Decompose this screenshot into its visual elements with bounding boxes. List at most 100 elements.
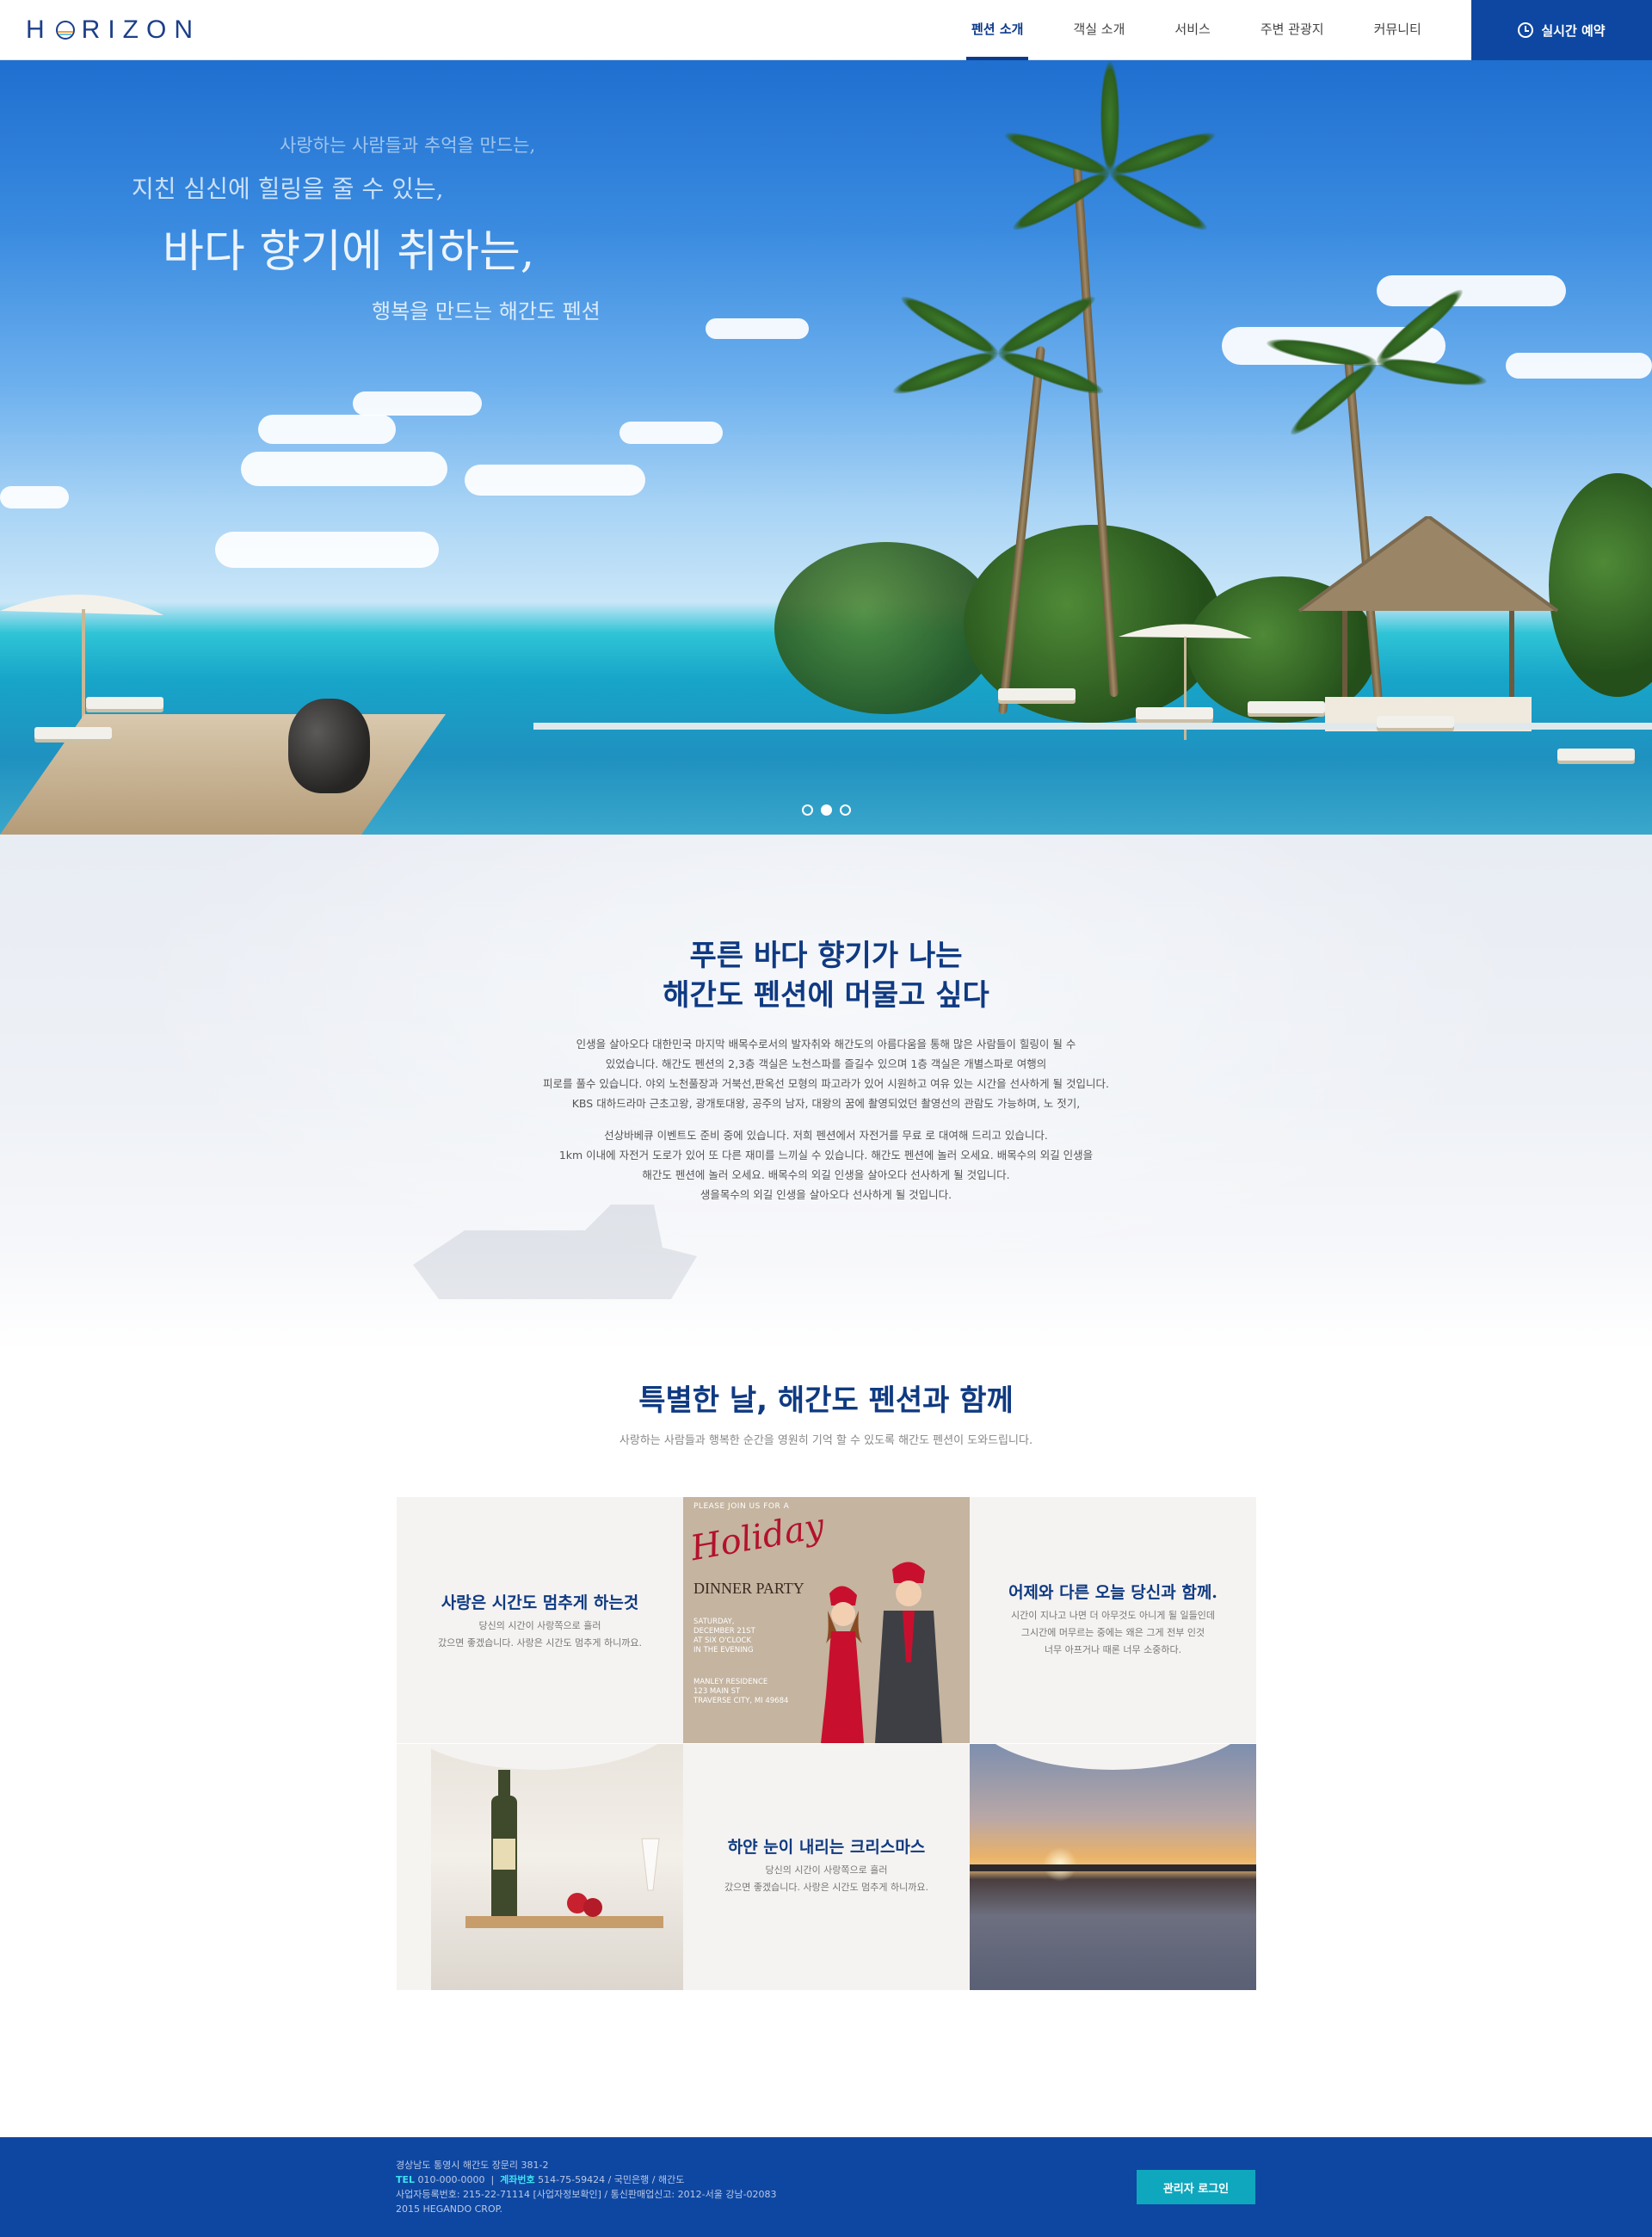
- copyright: 2015 HEGANDO CROP.: [396, 2203, 503, 2215]
- card-love-time[interactable]: 사랑은 시간도 멈추게 하는것 당신의 시간이 사랑쪽으로 흘러 갔으면 좋겠습…: [397, 1497, 683, 1743]
- card-body: 시간이 지나고 나면 더 아무것도 아니게 될 일들인데 그시간에 머무르는 중…: [987, 1607, 1239, 1659]
- palm-leaf: [1105, 164, 1212, 237]
- special-section-subtitle: 사랑하는 사람들과 행복한 순간을 영원히 기억 할 수 있도록 해간도 펜션이…: [619, 1434, 1033, 1447]
- site-footer: 경상남도 통영시 해간도 장문리 381-2 TEL 010-000-0000 …: [0, 2137, 1652, 2237]
- card-title: 사랑은 시간도 멈추게 하는것: [441, 1593, 639, 1612]
- card-body-line: 당신의 시간이 사랑쪽으로 흘러: [478, 1620, 601, 1631]
- card-body-line: 너무 아프거나 때론 너무 소중하다.: [1044, 1644, 1182, 1655]
- realtime-reservation-button[interactable]: 실시간 예약: [1471, 0, 1652, 60]
- account-number: 514-75-59424 / 국민은행 / 해간도: [538, 2174, 685, 2185]
- intro-paragraph-1: 인생을 살아오다 대한민국 마지막 배목수로서의 발자취와 해간도의 아름다움을…: [482, 1034, 1170, 1113]
- slide-dot-1[interactable]: [802, 804, 813, 816]
- palm-leaf: [1100, 61, 1119, 173]
- cloud: [1377, 275, 1566, 306]
- invitation-address: MANLEY RESIDENCE 123 MAIN ST TRAVERSE CI…: [693, 1678, 789, 1705]
- champagne-scene: [397, 1744, 663, 1990]
- cloud: [353, 391, 482, 416]
- intro-text-line: KBS 대하드라마 근초고왕, 광개토대왕, 공주의 남자, 대왕의 꿈에 촬영…: [571, 1097, 1081, 1110]
- nav-pension-intro[interactable]: 펜션 소개: [946, 0, 1048, 60]
- sun-lounger: [998, 688, 1076, 700]
- card-body-line: 그시간에 머무르는 중에는 왜은 그게 전부 인것: [1020, 1627, 1205, 1638]
- sun-lounger: [1136, 707, 1213, 719]
- footer-address: 경상남도 통영시 해간도 장문리 381-2: [396, 2160, 549, 2171]
- cloud: [258, 415, 396, 444]
- nav-services[interactable]: 서비스: [1150, 0, 1235, 60]
- card-title: 어제와 다른 오늘 당신과 함께.: [1008, 1583, 1217, 1602]
- invitation-intro: PLEASE JOIN US FOR A: [693, 1502, 790, 1511]
- separator: |: [487, 2174, 497, 2185]
- cloud: [241, 452, 447, 486]
- business-registration: 사업자등록번호: 215-22-71114 [사업자정보확인] / 통신판매업신…: [396, 2189, 777, 2200]
- cloud: [620, 422, 723, 444]
- intro-title: 푸른 바다 향기가 나는 해간도 펜션에 머물고 싶다: [0, 936, 1652, 1015]
- wave-divider: [970, 1744, 1256, 1770]
- intro-text-line: 있었습니다. 해간도 펜션의 2,3층 객실은 노천스파를 즐길수 있으며 1층…: [605, 1057, 1047, 1070]
- nav-community[interactable]: 커뮤니티: [1349, 0, 1446, 60]
- nav-attractions[interactable]: 주변 관광지: [1236, 0, 1349, 60]
- invitation-dinner-party: DINNER PARTY: [693, 1580, 804, 1597]
- palm-leaf: [1285, 354, 1384, 441]
- cloud: [0, 486, 69, 508]
- footer-contact-line: TEL 010-000-0000 | 계좌번호 514-75-59424 / 국…: [396, 2172, 777, 2187]
- slide-dot-3[interactable]: [840, 804, 851, 816]
- card-with-you[interactable]: 어제와 다른 오늘 당신과 함께. 시간이 지나고 나면 더 아무것도 아니게 …: [970, 1497, 1256, 1743]
- intro-text-line: 1km 이내에 자전거 도로가 있어 또 다른 재미를 느끼실 수 있습니다. …: [558, 1149, 1094, 1162]
- card-body-line: 갔으면 좋겠습니다. 사랑은 시간도 멈추게 하니까요.: [438, 1637, 642, 1648]
- sun-lounger: [86, 697, 163, 709]
- card-body-line: 시간이 지나고 나면 더 아무것도 아니게 될 일들인데: [1011, 1610, 1215, 1621]
- card-white-christmas[interactable]: 하얀 눈이 내리는 크리스마스 당신의 시간이 사랑쪽으로 흘러 갔으면 좋겠습…: [683, 1744, 970, 1990]
- intro-text-line: 선상바베큐 이벤트도 준비 중에 있습니다. 저희 펜션에서 자전거를 무료 로…: [604, 1129, 1048, 1142]
- intro-text-line: 생을목수의 외길 인생을 살아오다 선사하게 될 것입니다.: [700, 1188, 952, 1201]
- clay-vase: [288, 699, 370, 793]
- hero-line-1: 사랑하는 사람들과 추억을 만드는,: [280, 135, 536, 156]
- company-info: 경상남도 통영시 해간도 장문리 381-2 TEL 010-000-0000 …: [396, 2158, 777, 2216]
- intro-section: 푸른 바다 향기가 나는 해간도 펜션에 머물고 싶다 인생을 살아오다 대한민…: [0, 835, 1652, 1351]
- invitation-holiday-script: Holiday: [687, 1506, 828, 1569]
- hero-line-2: 지친 심신에 힐링을 줄 수 있는,: [132, 175, 444, 203]
- cloud: [1506, 353, 1652, 379]
- horizon-silhouette: [970, 1864, 1256, 1871]
- tel-label: TEL: [396, 2174, 416, 2185]
- sunrise-logo-icon: [54, 19, 77, 41]
- hero-line-4: 행복을 만드는 해간도 펜션: [372, 299, 601, 324]
- intro-title-line-1: 푸른 바다 향기가 나는: [689, 939, 963, 973]
- nav-rooms[interactable]: 객실 소개: [1048, 0, 1150, 60]
- card-body-line: 당신의 시간이 사랑쪽으로 흘러: [765, 1864, 888, 1876]
- main-nav: 펜션 소개 객실 소개 서비스 주변 관광지 커뮤니티: [946, 0, 1446, 60]
- woman-illustration: [821, 1586, 864, 1743]
- intro-text-line: 해간도 펜션에 놀러 오세요. 배목수의 외길 인생을 살아오다 선사하게 될 …: [642, 1168, 1010, 1181]
- card-body: 당신의 시간이 사랑쪽으로 흘러 갔으면 좋겠습니다. 사랑은 시간도 멈추게 …: [414, 1618, 666, 1652]
- sun-lounger: [1248, 701, 1325, 713]
- special-section-title: 특별한 날, 해간도 펜션과 함께: [638, 1383, 1014, 1418]
- cloud: [706, 318, 809, 339]
- champagne-bath-photo[interactable]: [397, 1744, 683, 1990]
- site-header: H RIZON 펜션 소개 객실 소개 서비스 주변 관광지 커뮤니티 실시간 …: [0, 0, 1652, 60]
- invitation-date: SATURDAY, DECEMBER 21ST AT SIX O'CLOCK I…: [693, 1618, 755, 1655]
- slide-dot-2[interactable]: [821, 804, 832, 816]
- card-title: 하얀 눈이 내리는 크리스마스: [727, 1838, 926, 1857]
- hero-headline: 바다 향기에 취하는,: [163, 226, 535, 278]
- holiday-invitation-card[interactable]: PLEASE JOIN US FOR A Holiday DINNER PART…: [683, 1497, 970, 1743]
- reservation-label: 실시간 예약: [1541, 22, 1606, 39]
- intro-text-line: 인생을 살아오다 대한민국 마지막 배목수로서의 발자취와 해간도의 아름다움을…: [576, 1038, 1076, 1051]
- sunset-sea-photo[interactable]: [970, 1744, 1256, 1990]
- clock-icon: [1518, 22, 1534, 38]
- boat-illustration: [413, 1205, 697, 1299]
- sun-lounger: [1377, 716, 1454, 728]
- cloud: [215, 532, 439, 568]
- special-grid: 사랑은 시간도 멈추게 하는것 당신의 시간이 사랑쪽으로 흘러 갔으면 좋겠습…: [397, 1497, 1256, 1990]
- slider-pagination: [802, 804, 851, 816]
- intro-paragraph-2: 선상바베큐 이벤트도 준비 중에 있습니다. 저희 펜션에서 자전거를 무료 로…: [482, 1125, 1170, 1205]
- sun-lounger: [34, 727, 112, 739]
- horizon-logo[interactable]: H RIZON: [26, 15, 200, 45]
- admin-login-button[interactable]: 관리자 로그인: [1137, 2170, 1255, 2204]
- hero-slider: 사랑하는 사람들과 추억을 만드는, 지친 심신에 힐링을 줄 수 있는, 바다…: [0, 60, 1652, 835]
- beach-umbrella: [1119, 611, 1256, 752]
- intro-text-line: 피로를 풀수 있습니다. 야외 노천풀장과 거북선,판옥선 모형의 파고라가 있…: [542, 1077, 1110, 1090]
- account-label: 계좌번호: [500, 2174, 535, 2185]
- man-illustration: [875, 1562, 942, 1743]
- card-body-line: 갔으면 좋겠습니다. 사랑은 시간도 멈추게 하니까요.: [724, 1882, 928, 1893]
- sun-lounger: [1557, 749, 1635, 761]
- pool-edge: [533, 723, 1652, 730]
- tel-number: 010-000-0000: [417, 2174, 485, 2185]
